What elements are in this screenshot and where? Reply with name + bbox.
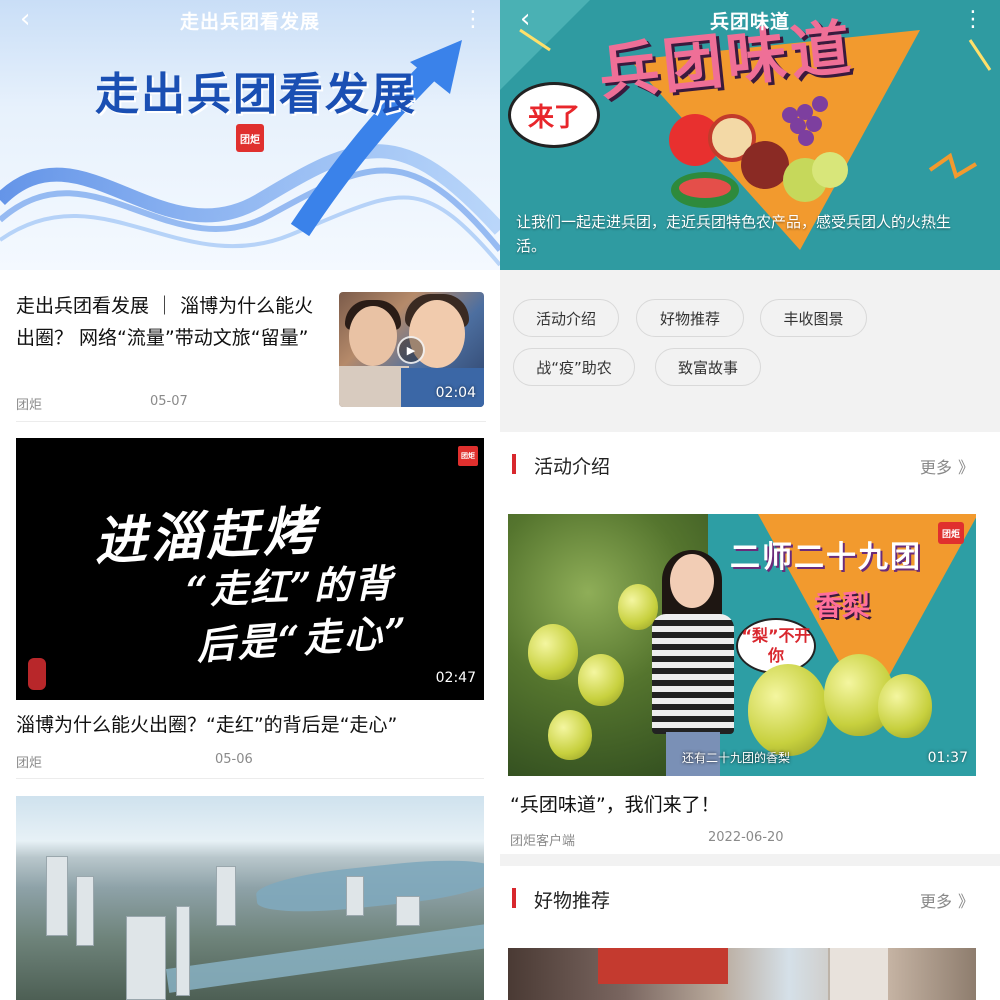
hero-banner-bingtuan-taste[interactable]: 兵团味道 来了 ‹ 兵团味道 ⋮ 让我们一起走进兵团，走近兵团特色农产品，感受兵… — [500, 0, 1000, 270]
top-bar: ‹ 兵团味道 ⋮ — [500, 0, 1000, 40]
article-source: 团炬 — [16, 398, 43, 413]
video-title-regiment: 二师二十九团 — [730, 540, 922, 575]
section-good-products: 好物推荐 更多》 — [500, 866, 1000, 1000]
video-player-card[interactable]: 进淄赶烤 “走红”的背 后是“走心” 团炬 02:47 — [16, 438, 484, 700]
video-duration: 02:04 — [435, 385, 476, 401]
double-chevron-right-icon: 》 — [957, 892, 974, 911]
article-source: 团炬客户端 — [510, 834, 576, 849]
article-date: 05-07 — [150, 394, 188, 409]
building-shape — [126, 916, 166, 1000]
hero-description: 让我们一起走进兵团，走近兵团特色农产品，感受兵团人的火热生活。 — [516, 213, 952, 255]
tag-good-products[interactable]: 好物推荐 — [636, 299, 744, 337]
article-title[interactable]: 走出兵团看发展 ｜ 淄博为什么能火出圈？ 网络“流量”带动文旅“留量” — [16, 290, 328, 354]
double-chevron-right-icon: 》 — [957, 458, 974, 477]
section-accent-bar — [512, 454, 516, 474]
tuanju-logo-icon: 团炬 — [938, 522, 964, 544]
coming-bubble: 来了 — [508, 82, 600, 148]
video-duration: 02:47 — [435, 670, 476, 686]
more-label: 更多 — [919, 458, 952, 477]
top-bar: ‹ 走出兵团看发展 ⋮ — [0, 0, 500, 40]
seal-stamp-icon — [28, 658, 46, 690]
storefront-shape — [598, 948, 728, 984]
article-date: 2022-06-20 — [708, 830, 784, 845]
section-activity-intro: 活动介绍 更多》 二师二十九团 香梨 “梨”不开你 团炬 还有二十九团的香梨 0… — [500, 432, 1000, 854]
building-shape — [76, 876, 94, 946]
pear-shape — [548, 710, 592, 760]
building-shape — [346, 876, 364, 916]
building-shape — [216, 866, 236, 926]
article-item[interactable]: 走出兵团看发展 ｜ 淄博为什么能火出圈？ 网络“流量”带动文旅“留量” 团炬 0… — [16, 286, 486, 422]
article-title[interactable]: 淄博为什么能火出圈？“走红”的背后是“走心” — [16, 710, 397, 737]
article-title[interactable]: “兵团味道”，我们来了！ — [510, 790, 720, 817]
section-accent-bar — [512, 888, 516, 908]
thumbnail-figure — [339, 366, 409, 407]
tag-success-stories[interactable]: 致富故事 — [655, 348, 761, 386]
presenter-figure — [638, 550, 748, 776]
play-icon[interactable]: ▶ — [397, 336, 425, 364]
page-title: 走出兵团看发展 — [179, 10, 320, 33]
river-shape — [165, 923, 484, 993]
hero-banner-development[interactable]: ‹ 走出兵团看发展 ⋮ 走出兵团看发展 团炬 — [0, 0, 500, 270]
pear-shape — [578, 654, 624, 706]
city-aerial-photo[interactable] — [16, 796, 484, 1000]
tuanju-logo-icon: 团炬 — [236, 124, 264, 152]
river-shape — [254, 853, 484, 919]
presenter-striped-shirt — [652, 614, 734, 734]
section-header: 活动介绍 更多》 — [500, 432, 1000, 498]
building-shape — [46, 856, 68, 936]
pear-shape — [748, 664, 828, 756]
more-label: 更多 — [919, 892, 952, 911]
building-shape — [396, 896, 420, 926]
video-title-pear: 香梨 — [814, 589, 871, 622]
back-arrow-icon[interactable]: ‹ — [20, 6, 48, 34]
thumbnail-figure — [349, 306, 397, 366]
right-screen: 兵团味道 来了 ‹ 兵团味道 ⋮ 让我们一起走进兵团，走近兵团特色农产品，感受兵… — [500, 0, 1000, 1000]
building-shape — [828, 948, 888, 1000]
more-link[interactable]: 更多》 — [920, 454, 974, 478]
more-options-icon[interactable]: ⋮ — [962, 6, 984, 34]
left-screen: ‹ 走出兵团看发展 ⋮ 走出兵团看发展 团炬 走出兵团看发展 ｜ 淄博为什么能火… — [0, 0, 500, 1000]
building-shape — [176, 906, 190, 996]
tag-activity-intro[interactable]: 活动介绍 — [513, 299, 619, 337]
pear-shape — [528, 624, 578, 680]
tuanju-logo-icon: 团炬 — [458, 446, 478, 466]
category-tags: 活动介绍 好物推荐 丰收图景 战“疫”助农 致富故事 — [500, 270, 1000, 424]
section-title: 好物推荐 — [534, 890, 611, 912]
product-photo[interactable] — [508, 948, 976, 1000]
divider — [16, 778, 484, 779]
page-title: 兵团味道 — [709, 10, 790, 33]
video-subtitle: 还有二十九团的香梨 — [682, 751, 791, 765]
section-header: 好物推荐 更多》 — [500, 866, 1000, 932]
tag-anti-epidemic-aid[interactable]: 战“疫”助农 — [513, 348, 635, 386]
more-link[interactable]: 更多》 — [920, 888, 974, 912]
section-title: 活动介绍 — [534, 456, 611, 478]
article-source: 团炬 — [16, 756, 43, 771]
tag-harvest-scenes[interactable]: 丰收图景 — [760, 299, 867, 337]
more-options-icon[interactable]: ⋮ — [462, 6, 484, 34]
video-player-card[interactable]: 二师二十九团 香梨 “梨”不开你 团炬 还有二十九团的香梨 01:37 — [508, 514, 976, 776]
presenter-face — [670, 554, 714, 608]
article-date: 05-06 — [215, 752, 253, 767]
pear-shape — [878, 674, 932, 738]
hero-title: 走出兵团看发展 — [95, 69, 417, 120]
back-arrow-icon[interactable]: ‹ — [520, 6, 548, 34]
video-duration: 01:37 — [927, 750, 968, 766]
video-thumbnail[interactable]: ▶ 02:04 — [339, 292, 484, 407]
